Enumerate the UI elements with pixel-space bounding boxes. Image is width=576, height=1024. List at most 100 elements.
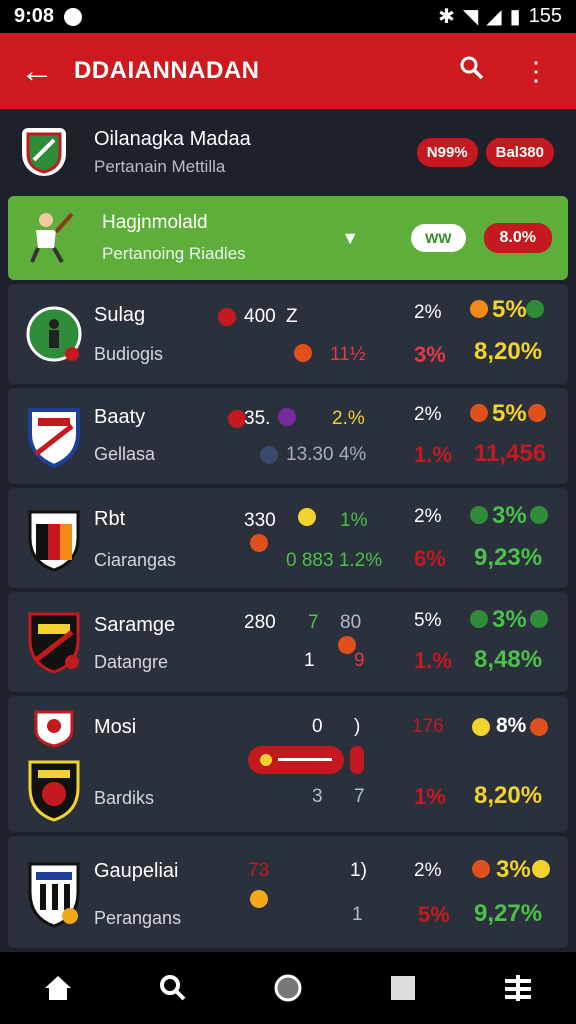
bluetooth-icon: ✱ — [438, 6, 455, 28]
status-dot-icon — [298, 508, 316, 526]
page-title: DDAIANNADAN — [74, 57, 260, 84]
stat-pct: 2% — [414, 506, 442, 527]
team-name: Gaupeliai — [94, 860, 179, 882]
league-header[interactable]: Oilanagka Madaa Pertanain Mettilla N99% … — [8, 112, 568, 192]
league-crest-icon — [22, 128, 66, 176]
stat-value: 0 883 1.2% — [286, 550, 383, 571]
league-name: Oilanagka Madaa — [94, 127, 251, 150]
stat-value: 1) — [350, 860, 367, 881]
app-bar: ← DDAIANNADAN ⋮ — [0, 33, 576, 109]
team-logo-icon — [26, 506, 82, 577]
status-dot-icon — [260, 446, 278, 464]
team-name: Mosi — [94, 716, 137, 738]
stat-value: 1 — [304, 650, 315, 671]
stat-big: 5% — [492, 296, 527, 323]
team-name: Baaty — [94, 406, 146, 428]
highlight-subtitle: Pertanoing Riadles — [102, 244, 246, 263]
form-dot-icon — [532, 860, 550, 878]
status-dot-icon — [250, 890, 268, 908]
form-dot-icon — [470, 610, 488, 628]
stat-big: 3% — [496, 856, 531, 883]
stat-value: 3 — [312, 786, 323, 807]
stat-big: 9,23% — [474, 544, 543, 571]
team-logo-icon — [26, 608, 82, 679]
circle-icon[interactable] — [268, 968, 308, 1008]
back-arrow-icon[interactable]: ← — [20, 52, 60, 91]
team-sub: Gellasa — [94, 444, 156, 464]
stat-pct: 1.% — [414, 442, 452, 467]
progress-cap — [350, 746, 364, 774]
more-options-icon[interactable]: ⋮ — [516, 56, 556, 87]
highlight-row[interactable]: Hagjnmolald Pertanoing Riadles ▼ WW 8.0% — [8, 196, 568, 280]
team-sub: Budiogis — [94, 344, 164, 364]
list-item[interactable]: Baaty Gellasa 35. 2.% 13.30 4% 2% 1.% 5%… — [8, 388, 568, 484]
team-logo-icon — [26, 304, 82, 369]
highlight-name: Hagjnmolald — [102, 212, 208, 233]
league-badge-1: N99% — [416, 137, 478, 167]
form-dot-icon — [470, 506, 488, 524]
stat-pct: 5% — [418, 902, 450, 927]
stat-value: 280 — [244, 612, 276, 633]
home-icon[interactable] — [38, 968, 78, 1008]
bottom-nav — [0, 952, 576, 1024]
form-dot-icon — [530, 718, 548, 736]
stat-value: ) — [354, 716, 361, 737]
team-name: Sulag — [94, 304, 146, 326]
team-sub: Bardiks — [94, 788, 155, 808]
search-icon[interactable] — [153, 968, 193, 1008]
stat-value: 80 — [340, 612, 362, 633]
form-dot-icon — [530, 506, 548, 524]
stat-value: 1 — [352, 904, 363, 925]
list-item[interactable]: Gaupeliai Perangans 73 1) 1 2% 5% 3% 9,2… — [8, 836, 568, 948]
stat-value: 400 — [244, 306, 276, 327]
highlight-rate: 8.0% — [483, 223, 552, 253]
stat-big: 9,27% — [474, 900, 543, 927]
team-logo-icon — [26, 858, 82, 933]
form-dot-icon — [472, 718, 490, 736]
status-dot-icon — [278, 408, 296, 426]
stat-pct: 176 — [412, 716, 444, 737]
menu-icon[interactable] — [498, 968, 538, 1008]
stat-value: 7 — [354, 786, 365, 807]
team-sub: Ciarangas — [94, 550, 177, 570]
highlight-badge: WW — [411, 224, 466, 252]
player-icon — [24, 208, 74, 269]
stat-value: 1% — [340, 510, 368, 531]
square-icon[interactable] — [383, 968, 423, 1008]
battery-level: 155 — [528, 5, 562, 27]
form-dot-icon — [472, 860, 490, 878]
stat-pct: 5% — [414, 610, 442, 631]
progress-bar — [248, 746, 344, 774]
stat-big: 8,20% — [474, 338, 543, 365]
stat-pct: 2% — [414, 404, 442, 425]
stat-value: 2.% — [332, 408, 365, 429]
stat-pct: 2% — [414, 860, 442, 881]
stat-value: 0 — [312, 716, 323, 737]
list-item[interactable]: Rbt Ciarangas 330 1% 0 883 1.2% 2% 6% 3%… — [8, 488, 568, 588]
search-icon[interactable] — [452, 55, 492, 88]
stat-value: 73 — [248, 860, 270, 881]
team-sub: Datangre — [94, 652, 169, 672]
form-dot-icon — [528, 404, 546, 422]
stat-pct: 3% — [414, 342, 446, 367]
status-bar: 9:08 ✱ ◥ ◢ ▮ 155 — [0, 0, 576, 33]
stat-value: 330 — [244, 510, 276, 531]
league-subtitle: Pertanain Mettilla — [94, 156, 226, 176]
list-item[interactable]: Sulag Budiogis 400 Z 11½ 2% 3% 5% 8,20% — [8, 284, 568, 384]
team-sub: Perangans — [94, 908, 182, 928]
stat-pct: 1.% — [414, 648, 452, 673]
stat-big: 8,48% — [474, 646, 543, 673]
list-item[interactable]: Mosi Bardiks 0 ) 3 7 176 1% 8% 8,20% — [8, 696, 568, 832]
stat-pct: 2% — [414, 302, 442, 323]
status-dot-icon — [250, 534, 268, 552]
form-dot-icon — [470, 300, 488, 318]
list-item[interactable]: Saramge Datangre 280 7 80 1 9 5% 1.% 3% … — [8, 592, 568, 692]
stat-value: Z — [286, 306, 298, 327]
notification-icon — [64, 7, 83, 26]
chevron-down-icon[interactable]: ▼ — [341, 228, 359, 249]
signal-icon: ◢ — [486, 6, 502, 28]
stat-big: 8,20% — [474, 782, 543, 809]
team-name: Rbt — [94, 508, 126, 530]
stat-value: 35. — [244, 408, 271, 429]
stat-value: 7 — [308, 612, 319, 633]
